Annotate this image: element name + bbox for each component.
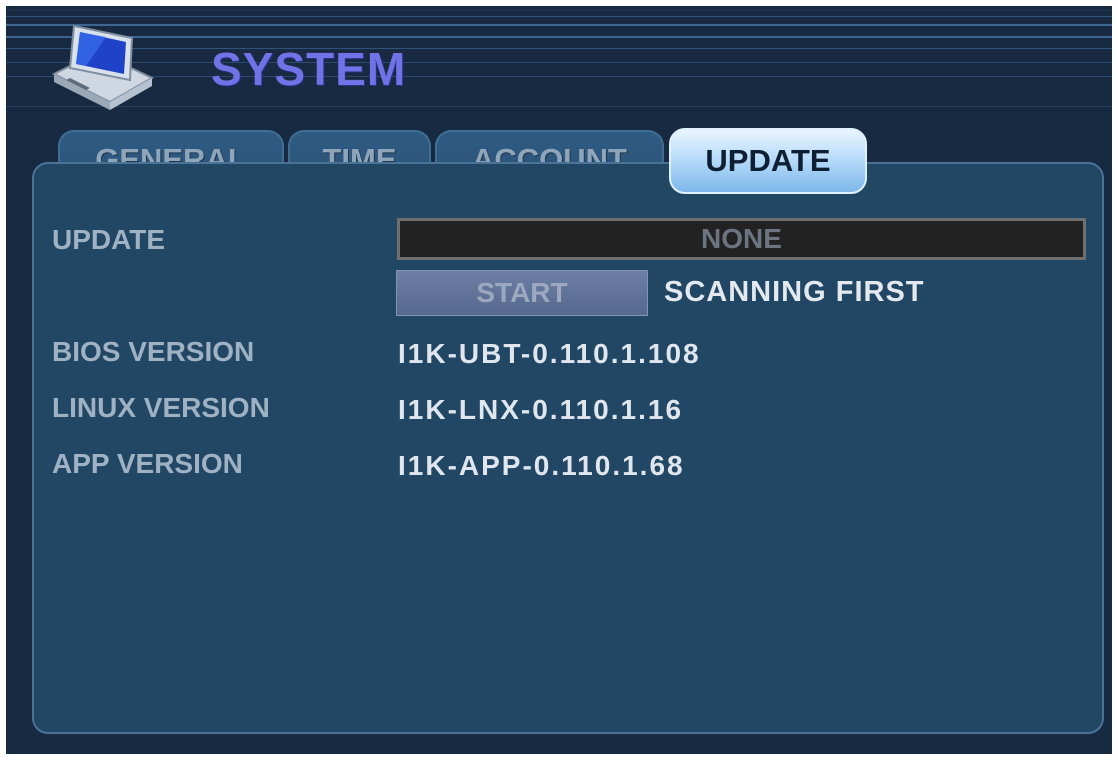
- header-decoration: [6, 6, 1112, 116]
- update-label: UPDATE: [52, 224, 166, 255]
- tab-update[interactable]: UPDATE: [669, 128, 867, 194]
- computer-icon: [51, 24, 155, 110]
- bios-version-label: BIOS VERSION: [52, 336, 255, 367]
- app-version-label: APP VERSION: [52, 448, 243, 479]
- start-button[interactable]: START: [396, 270, 648, 316]
- update-status: SCANNING FIRST: [664, 276, 925, 308]
- linux-version-label: LINUX VERSION: [52, 392, 270, 423]
- bios-version-value: I1K-UBT-0.110.1.108: [398, 338, 701, 369]
- page-title: SYSTEM: [211, 43, 407, 95]
- update-file-field[interactable]: NONE: [397, 218, 1086, 260]
- system-screen: SYSTEM GENERAL TIME ACCOUNT UPDATE UPDAT…: [6, 6, 1112, 754]
- linux-version-value: I1K-LNX-0.110.1.16: [398, 394, 684, 425]
- app-version-value: I1K-APP-0.110.1.68: [398, 450, 685, 481]
